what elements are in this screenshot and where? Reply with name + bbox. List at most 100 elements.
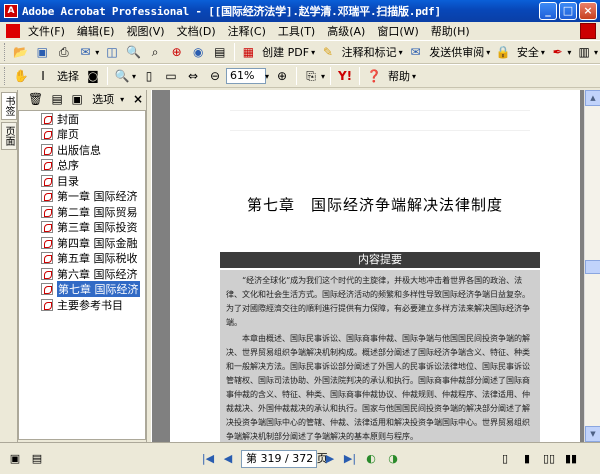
document-icon[interactable]: ▤ (211, 43, 229, 61)
close-button[interactable]: × (579, 2, 597, 20)
maximize-button[interactable]: □ (559, 2, 577, 20)
send-review-dropdown-icon[interactable]: ▾ (486, 48, 490, 57)
help-button[interactable]: 帮助 (388, 68, 410, 84)
next-view-icon[interactable]: ◑ (384, 450, 402, 468)
menu-advanced[interactable]: 高级(A) (321, 23, 371, 39)
secure-dropdown-icon[interactable]: ▾ (541, 48, 545, 57)
bookmark-item[interactable]: 第二章 国际贸易 (19, 204, 145, 220)
create-pdf-icon[interactable]: ▦ (240, 43, 258, 61)
select-tool-button[interactable]: 选择 (57, 68, 79, 84)
page-number-field[interactable]: 第 319 / 372 页 (241, 449, 328, 468)
zoom-tool-dropdown-icon[interactable]: ▾ (132, 72, 136, 81)
yahoo-search-icon[interactable]: Y! (336, 67, 354, 85)
fit-page-icon[interactable]: ▭ (162, 67, 180, 85)
create-pdf-dropdown-icon[interactable]: ▾ (311, 48, 315, 57)
menu-tools[interactable]: 工具(T) (272, 23, 321, 39)
menu-comments[interactable]: 注释(C) (222, 23, 272, 39)
bookmark-item[interactable]: 主要参考书目 (19, 297, 145, 313)
rotate-view-icon[interactable]: ⎘ (302, 67, 320, 85)
new-bookmark-icon[interactable]: ▤ (51, 90, 63, 108)
minimize-button[interactable]: _ (539, 2, 557, 20)
single-page-icon[interactable]: ▯ (496, 450, 514, 468)
forms-icon[interactable]: ▥ (575, 43, 593, 61)
expand-bookmark-icon[interactable]: ▣ (71, 90, 83, 108)
tab-bookmarks[interactable]: 书签 (1, 92, 17, 120)
help-icon[interactable]: ❓ (365, 67, 383, 85)
email-dropdown-icon[interactable]: ▾ (95, 48, 99, 57)
bookmark-item[interactable]: 第七章 国际经济 (19, 281, 145, 298)
bookmark-item[interactable]: 第五章 国际税收 (19, 251, 145, 267)
menu-help[interactable]: 帮助(H) (425, 23, 476, 39)
bookmark-item[interactable]: 第三章 国际投资 (19, 220, 145, 236)
bookmark-item[interactable]: 第一章 国际经济 (19, 189, 145, 205)
zoom-in-icon[interactable]: ⊕ (273, 67, 291, 85)
options-dropdown-icon[interactable]: ▾ (120, 95, 124, 104)
comment-markup-button[interactable]: 注释和标记 (342, 44, 397, 60)
continuous-facing-icon[interactable]: ▮▮ (562, 450, 580, 468)
rotate-dropdown-icon[interactable]: ▾ (321, 72, 325, 81)
last-page-icon[interactable]: ▶| (341, 450, 359, 468)
find-binoculars-icon[interactable]: ⌕ (146, 43, 164, 61)
next-page-icon[interactable]: ▶ (321, 450, 339, 468)
continuous-icon[interactable]: ▮ (518, 450, 536, 468)
zoom-level-field[interactable]: 61% (226, 68, 267, 84)
email-icon[interactable]: ✉ (77, 43, 95, 61)
hand-tool-icon[interactable]: ✋ (12, 67, 30, 85)
comment-dropdown-icon[interactable]: ▾ (399, 48, 403, 57)
facing-icon[interactable]: ▯▯ (540, 450, 558, 468)
close-panel-icon[interactable]: × (132, 90, 144, 108)
sign-pen-icon[interactable]: ✒ (549, 43, 567, 61)
bookmark-item[interactable]: 目录 (19, 173, 145, 189)
scroll-down-icon[interactable]: ▼ (585, 426, 600, 442)
menu-file[interactable]: 文件(F) (22, 23, 71, 39)
screen-icon[interactable]: ▣ (6, 450, 24, 468)
save-icon[interactable]: ▣ (34, 43, 52, 61)
tab-pages[interactable]: 页面 (1, 122, 17, 150)
menu-window[interactable]: 窗口(W) (371, 23, 424, 39)
document-menu-icon[interactable] (6, 24, 20, 38)
organizer-icon[interactable]: ◫ (103, 43, 121, 61)
bookmark-item[interactable]: 总序 (19, 158, 145, 174)
vertical-scrollbar[interactable]: ▲ ▼ (584, 90, 600, 442)
help-dropdown-icon[interactable]: ▾ (412, 72, 416, 81)
delete-bookmark-icon[interactable]: 🗑 (28, 90, 43, 108)
bookmark-item[interactable]: 封面 (19, 111, 145, 127)
scroll-thumb[interactable] (585, 260, 600, 274)
send-review-button[interactable]: 发送供审阅 (429, 44, 484, 60)
bookmark-item[interactable]: 第四章 国际金融 (19, 235, 145, 251)
bookmark-item[interactable]: 第六章 国际经济 (19, 266, 145, 282)
previous-page-icon[interactable]: ◀ (219, 450, 237, 468)
menu-document[interactable]: 文档(D) (171, 23, 222, 39)
previous-view-icon[interactable]: ◐ (362, 450, 380, 468)
snapshot-icon[interactable]: ◙ (84, 67, 102, 85)
page-layout-icon[interactable]: ▤ (28, 450, 46, 468)
open-folder-icon[interactable]: 📂 (12, 43, 30, 61)
search-icon[interactable]: 🔍 (125, 43, 143, 61)
abstract-paragraph: 本章由概述、国际民事诉讼、国际商事仲裁、国际争端与他国国民间投资争端的解决、世界… (226, 334, 530, 441)
menu-view[interactable]: 视图(V) (120, 23, 170, 39)
scroll-up-icon[interactable]: ▲ (585, 90, 600, 106)
print-icon[interactable]: ⎙ (55, 43, 73, 61)
create-pdf-button[interactable]: 创建 PDF (262, 44, 309, 60)
actual-size-icon[interactable]: ▯ (140, 67, 158, 85)
send-review-icon[interactable]: ✉ (407, 43, 425, 61)
web-icon[interactable]: ◉ (189, 43, 207, 61)
forms-dropdown-icon[interactable]: ▾ (594, 48, 598, 57)
fit-width-icon[interactable]: ⇔ (184, 67, 202, 85)
zoom-out-icon[interactable]: ⊖ (206, 67, 224, 85)
sign-dropdown-icon[interactable]: ▾ (567, 48, 571, 57)
zoom-dropdown-icon[interactable]: ▾ (265, 72, 269, 81)
toolbar-grip[interactable] (4, 43, 7, 61)
menu-edit[interactable]: 编辑(E) (71, 23, 121, 39)
bookmark-item[interactable]: 出版信息 (19, 142, 145, 158)
lock-icon[interactable]: 🔒 (494, 43, 512, 61)
bookmark-item[interactable]: 扉页 (19, 127, 145, 143)
secure-button[interactable]: 安全 (517, 44, 539, 60)
comment-icon[interactable]: ✎ (319, 43, 337, 61)
first-page-icon[interactable]: |◀ (199, 450, 217, 468)
toolbar-grip[interactable] (4, 67, 7, 85)
zoom-in-tool-icon[interactable]: 🔍 (113, 67, 131, 85)
upload-icon[interactable]: ⊕ (168, 43, 186, 61)
select-cursor-icon[interactable]: Ⅰ (34, 67, 52, 85)
bookmark-options-button[interactable]: 选项 (92, 91, 114, 107)
